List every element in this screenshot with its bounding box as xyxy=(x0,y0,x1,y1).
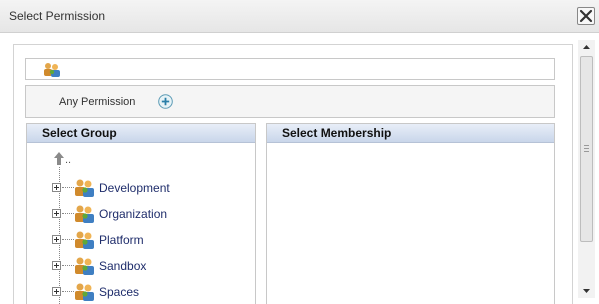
any-permission-label: Any Permission xyxy=(59,96,136,108)
grip-line xyxy=(584,145,589,146)
grip-line xyxy=(584,148,589,149)
dialog-titlebar: Select Permission xyxy=(0,0,599,33)
tree-node-label[interactable]: Spaces xyxy=(99,285,139,299)
select-membership-panel: Select Membership xyxy=(266,123,555,304)
grip-line xyxy=(584,151,589,152)
tree-branch xyxy=(62,213,74,214)
selected-permission-field[interactable] xyxy=(25,58,555,80)
group-icon xyxy=(75,257,94,275)
dialog-title: Select Permission xyxy=(9,9,106,23)
expand-icon[interactable] xyxy=(52,235,61,244)
tree-branch xyxy=(62,291,74,292)
plus-icon[interactable] xyxy=(158,94,173,109)
close-icon xyxy=(579,9,593,23)
tree-node-label[interactable]: Sandbox xyxy=(99,259,146,273)
group-icon xyxy=(75,283,94,301)
close-button[interactable] xyxy=(577,7,595,25)
tree-branch xyxy=(62,239,74,240)
group-icon xyxy=(75,205,94,223)
any-permission-row: Any Permission xyxy=(25,85,555,118)
scroll-thumb[interactable] xyxy=(580,56,593,242)
scroll-down-icon[interactable] xyxy=(578,284,595,298)
select-membership-header: Select Membership xyxy=(267,124,554,143)
scroll-up-icon[interactable] xyxy=(578,40,595,54)
tree-branch xyxy=(62,265,74,266)
vertical-scrollbar[interactable] xyxy=(578,40,595,298)
expand-icon[interactable] xyxy=(52,183,61,192)
group-icon xyxy=(75,179,94,197)
expand-icon[interactable] xyxy=(52,209,61,218)
tree-node-label[interactable]: Platform xyxy=(99,233,144,247)
tree-branch xyxy=(62,187,74,188)
expand-icon[interactable] xyxy=(52,287,61,296)
select-group-header: Select Group xyxy=(27,124,255,143)
tree-node-label[interactable]: Organization xyxy=(99,207,167,221)
up-level-label: .. xyxy=(65,154,72,166)
group-icon xyxy=(75,231,94,249)
select-group-panel: Select Group .. Development Organization xyxy=(26,123,256,304)
expand-icon[interactable] xyxy=(52,261,61,270)
group-icon xyxy=(44,63,60,77)
tree-node-label[interactable]: Development xyxy=(99,181,170,195)
